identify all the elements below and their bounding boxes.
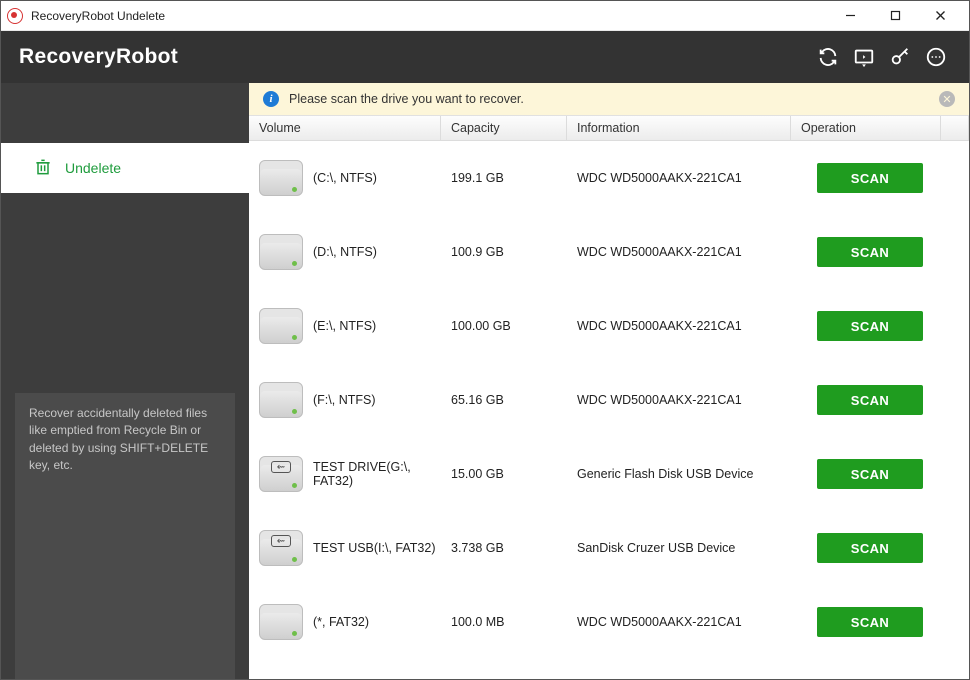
usb-symbol: ⇜	[277, 462, 285, 473]
hdd-drive-icon	[259, 604, 303, 640]
close-button[interactable]	[918, 2, 963, 30]
sidebar: Undelete Recover accidentally deleted fi…	[1, 83, 249, 679]
minimize-button[interactable]	[828, 2, 873, 30]
drive-info: WDC WD5000AAKX-221CA1	[577, 319, 801, 333]
drive-operation: SCAN	[801, 607, 969, 637]
titlebar: RecoveryRobot Undelete	[1, 1, 969, 31]
drive-capacity: 100.0 MB	[451, 615, 577, 629]
drive-capacity: 100.00 GB	[451, 319, 577, 333]
sidebar-item-label: Undelete	[65, 160, 121, 176]
scan-button[interactable]: SCAN	[817, 533, 923, 563]
col-capacity[interactable]: Capacity	[441, 116, 567, 140]
trash-icon	[33, 157, 53, 180]
col-information[interactable]: Information	[567, 116, 791, 140]
drive-info: Generic Flash Disk USB Device	[577, 467, 801, 481]
maximize-button[interactable]	[873, 2, 918, 30]
notice-text: Please scan the drive you want to recove…	[289, 92, 524, 106]
hdd-drive-icon	[259, 234, 303, 270]
drive-operation: SCAN	[801, 533, 969, 563]
app-header: RecoveryRobot	[1, 31, 969, 83]
scan-button[interactable]: SCAN	[817, 385, 923, 415]
sidebar-description: Recover accidentally deleted files like …	[15, 393, 235, 679]
drive-volume: (C:\, NTFS)	[313, 171, 451, 185]
drive-info: WDC WD5000AAKX-221CA1	[577, 245, 801, 259]
feedback-button[interactable]	[853, 46, 875, 68]
app-icon	[7, 8, 23, 24]
hdd-drive-icon	[259, 308, 303, 344]
maximize-icon	[890, 10, 901, 21]
column-headers: Volume Capacity Information Operation	[249, 115, 969, 141]
hdd-drive-icon	[259, 382, 303, 418]
header-toolbar	[817, 46, 947, 68]
col-tail	[941, 116, 969, 140]
info-icon: i	[263, 91, 279, 107]
sidebar-spacer	[1, 193, 249, 393]
usb-drive-icon: ⇜	[259, 456, 303, 492]
drive-row[interactable]: ⇜ TEST DRIVE(G:\, FAT32)15.00 GBGeneric F…	[249, 437, 969, 511]
drive-operation: SCAN	[801, 163, 969, 193]
drive-info: WDC WD5000AAKX-221CA1	[577, 171, 801, 185]
scan-button[interactable]: SCAN	[817, 607, 923, 637]
notice-close-button[interactable]: ✕	[939, 91, 955, 107]
usb-drive-icon: ⇜	[259, 530, 303, 566]
drive-operation: SCAN	[801, 311, 969, 341]
drive-info: WDC WD5000AAKX-221CA1	[577, 615, 801, 629]
drive-operation: SCAN	[801, 459, 969, 489]
scan-button[interactable]: SCAN	[817, 163, 923, 193]
drive-row[interactable]: (D:\, NTFS)100.9 GBWDC WD5000AAKX-221CA1…	[249, 215, 969, 289]
drive-volume: (F:\, NTFS)	[313, 393, 451, 407]
hdd-drive-icon	[259, 160, 303, 196]
drive-capacity: 199.1 GB	[451, 171, 577, 185]
drive-info: WDC WD5000AAKX-221CA1	[577, 393, 801, 407]
scan-button[interactable]: SCAN	[817, 237, 923, 267]
drive-volume: TEST DRIVE(G:\, FAT32)	[313, 460, 451, 488]
drive-volume: (D:\, NTFS)	[313, 245, 451, 259]
drive-volume: TEST USB(I:\, FAT32)	[313, 541, 451, 555]
scan-button[interactable]: SCAN	[817, 311, 923, 341]
drive-capacity: 15.00 GB	[451, 467, 577, 481]
drive-row[interactable]: (C:\, NTFS)199.1 GBWDC WD5000AAKX-221CA1…	[249, 141, 969, 215]
sidebar-spacer-top	[1, 83, 249, 143]
app-window: RecoveryRobot Undelete RecoveryRobot	[0, 0, 970, 680]
col-volume[interactable]: Volume	[249, 116, 441, 140]
drive-info: SanDisk Cruzer USB Device	[577, 541, 801, 555]
close-icon	[935, 10, 946, 21]
drive-capacity: 65.16 GB	[451, 393, 577, 407]
minimize-icon	[845, 10, 856, 21]
feedback-icon	[853, 46, 875, 68]
usb-symbol: ⇜	[277, 536, 285, 547]
scan-button[interactable]: SCAN	[817, 459, 923, 489]
notice-bar: i Please scan the drive you want to reco…	[249, 83, 969, 115]
brand-title: RecoveryRobot	[19, 45, 178, 69]
drive-list[interactable]: (C:\, NTFS)199.1 GBWDC WD5000AAKX-221CA1…	[249, 141, 969, 679]
drive-capacity: 3.738 GB	[451, 541, 577, 555]
drive-row[interactable]: (E:\, NTFS)100.00 GBWDC WD5000AAKX-221CA…	[249, 289, 969, 363]
window-controls	[828, 2, 963, 30]
drive-volume: (E:\, NTFS)	[313, 319, 451, 333]
sidebar-item-undelete[interactable]: Undelete	[1, 143, 249, 193]
key-icon	[889, 46, 911, 68]
refresh-button[interactable]	[817, 46, 839, 68]
drive-capacity: 100.9 GB	[451, 245, 577, 259]
drive-row[interactable]: (*, FAT32)100.0 MBWDC WD5000AAKX-221CA1 S…	[249, 585, 969, 659]
drive-row[interactable]: ⇜ TEST USB(I:\, FAT32)3.738 GBSanDisk Cru…	[249, 511, 969, 585]
col-operation[interactable]: Operation	[791, 116, 941, 140]
drive-volume: (*, FAT32)	[313, 615, 451, 629]
drive-operation: SCAN	[801, 237, 969, 267]
key-button[interactable]	[889, 46, 911, 68]
app-body: Undelete Recover accidentally deleted fi…	[1, 83, 969, 679]
window-title: RecoveryRobot Undelete	[31, 9, 165, 23]
drive-operation: SCAN	[801, 385, 969, 415]
refresh-icon	[817, 46, 839, 68]
more-icon	[925, 46, 947, 68]
drive-row[interactable]: (F:\, NTFS)65.16 GBWDC WD5000AAKX-221CA1…	[249, 363, 969, 437]
main-panel: i Please scan the drive you want to reco…	[249, 83, 969, 679]
more-button[interactable]	[925, 46, 947, 68]
